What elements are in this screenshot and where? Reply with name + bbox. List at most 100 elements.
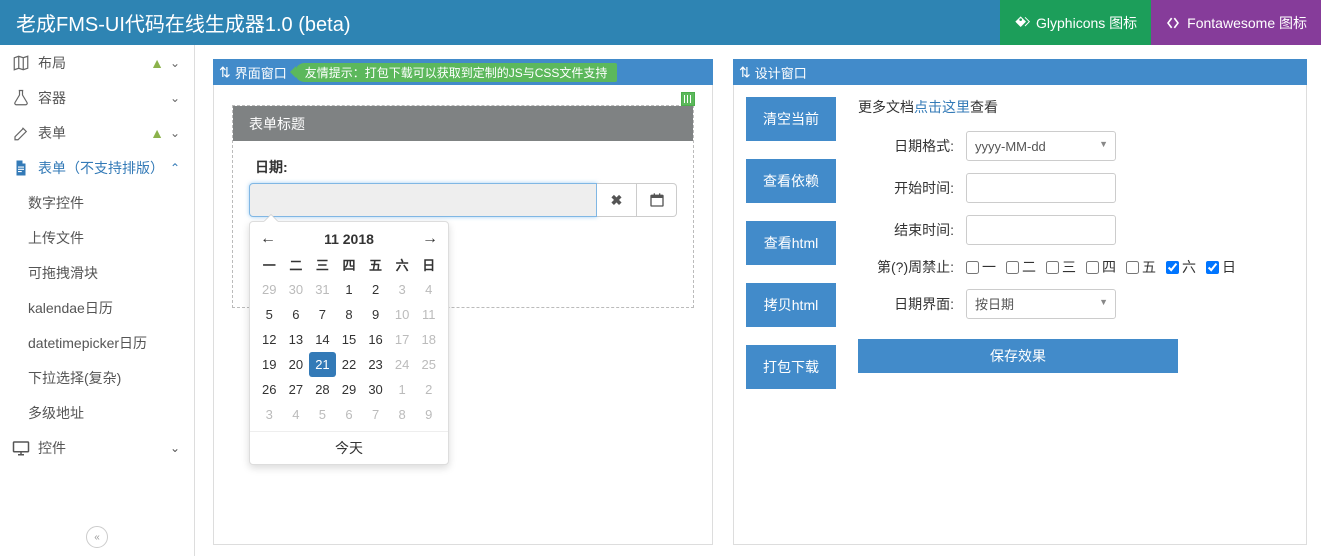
drag-handle-icon[interactable]: ⇅ — [219, 64, 227, 81]
chevron-down-icon: ⌄ — [170, 91, 180, 105]
calendar-day[interactable]: 15 — [336, 327, 363, 352]
calendar-day[interactable]: 3 — [256, 402, 283, 427]
calendar-day[interactable]: 18 — [415, 327, 442, 352]
calendar-day[interactable]: 16 — [362, 327, 389, 352]
sidebar-subitem[interactable]: 多级地址 — [0, 395, 194, 430]
week-checkbox[interactable]: 日 — [1206, 257, 1236, 277]
calendar-day[interactable]: 7 — [362, 402, 389, 427]
calendar-month-title[interactable]: 11 2018 — [324, 231, 374, 247]
save-button[interactable]: 保存效果 — [858, 339, 1178, 373]
calendar-day[interactable]: 30 — [283, 277, 310, 302]
clear-button[interactable]: ✖ — [597, 183, 637, 217]
action-button[interactable]: 查看依赖 — [746, 159, 836, 203]
date-input[interactable] — [249, 183, 597, 217]
calendar-day[interactable]: 5 — [256, 302, 283, 327]
calendar-day[interactable]: 23 — [362, 352, 389, 377]
calendar-day[interactable]: 28 — [309, 377, 336, 402]
sidebar-subitem[interactable]: 上传文件 — [0, 220, 194, 255]
checkbox-input[interactable] — [966, 261, 979, 274]
calendar-dow: 日 — [415, 252, 442, 277]
calendar-day[interactable]: 27 — [283, 377, 310, 402]
docs-link[interactable]: 点击这里 — [914, 99, 970, 115]
calendar-day[interactable]: 1 — [336, 277, 363, 302]
end-time-input[interactable] — [966, 215, 1116, 245]
calendar-day[interactable]: 30 — [362, 377, 389, 402]
today-button[interactable]: 今天 — [250, 431, 448, 464]
calendar-day[interactable]: 29 — [336, 377, 363, 402]
calendar-day[interactable]: 2 — [415, 377, 442, 402]
sidebar-item[interactable]: 表单▲⌄ — [0, 115, 194, 150]
calendar-day[interactable]: 10 — [389, 302, 416, 327]
sidebar-collapse-button[interactable]: « — [86, 526, 108, 548]
chevron-up-icon: ⌃ — [170, 161, 180, 175]
fontawesome-button[interactable]: Fontawesome 图标 — [1151, 0, 1321, 45]
calendar-day[interactable]: 13 — [283, 327, 310, 352]
calendar-day[interactable]: 17 — [389, 327, 416, 352]
checkbox-input[interactable] — [1046, 261, 1059, 274]
calendar-day[interactable]: 1 — [389, 377, 416, 402]
monitor-icon — [12, 439, 32, 457]
week-checkbox[interactable]: 六 — [1166, 257, 1196, 277]
sidebar-subitem[interactable]: datetimepicker日历 — [0, 325, 194, 360]
calendar-day[interactable]: 20 — [283, 352, 310, 377]
calendar-day[interactable]: 9 — [362, 302, 389, 327]
calendar-day[interactable]: 12 — [256, 327, 283, 352]
calendar-day[interactable]: 8 — [389, 402, 416, 427]
action-button[interactable]: 查看html — [746, 221, 836, 265]
sidebar-item[interactable]: 容器⌄ — [0, 80, 194, 115]
calendar-day[interactable]: 11 — [415, 302, 442, 327]
checkbox-input[interactable] — [1126, 261, 1139, 274]
week-checkbox[interactable]: 四 — [1086, 257, 1116, 277]
calendar-day[interactable]: 8 — [336, 302, 363, 327]
prev-month-button[interactable]: ← — [260, 230, 276, 248]
calendar-day[interactable]: 31 — [309, 277, 336, 302]
design-window-header: ⇅ 设计窗口 — [733, 59, 1307, 85]
calendar-day[interactable]: 14 — [309, 327, 336, 352]
next-month-button[interactable]: → — [422, 230, 438, 248]
sidebar-subitem[interactable]: 可拖拽滑块 — [0, 255, 194, 290]
date-ui-select[interactable]: 按日期 — [966, 289, 1116, 319]
calendar-day[interactable]: 6 — [283, 302, 310, 327]
calendar-day[interactable]: 24 — [389, 352, 416, 377]
action-button[interactable]: 打包下载 — [746, 345, 836, 389]
calendar-day[interactable]: 2 — [362, 277, 389, 302]
checkbox-input[interactable] — [1206, 261, 1219, 274]
week-checkbox[interactable]: 一 — [966, 257, 996, 277]
calendar-icon — [649, 192, 665, 208]
week-checkbox[interactable]: 五 — [1126, 257, 1156, 277]
calendar-day[interactable]: 9 — [415, 402, 442, 427]
sidebar-subitem[interactable]: 下拉选择(复杂) — [0, 360, 194, 395]
calendar-day[interactable]: 7 — [309, 302, 336, 327]
sidebar-subitem[interactable]: kalendae日历 — [0, 290, 194, 325]
calendar-day[interactable]: 19 — [256, 352, 283, 377]
action-button[interactable]: 清空当前 — [746, 97, 836, 141]
calendar-day[interactable]: 21 — [309, 352, 336, 377]
start-time-label: 开始时间: — [858, 178, 954, 198]
sidebar-item-controls[interactable]: 控件 ⌄ — [0, 430, 194, 465]
drag-handle-icon[interactable]: ⇅ — [739, 64, 747, 81]
calendar-button[interactable] — [637, 183, 677, 217]
sidebar-item[interactable]: 布局▲⌄ — [0, 45, 194, 80]
calendar-day[interactable]: 5 — [309, 402, 336, 427]
calendar-day[interactable]: 3 — [389, 277, 416, 302]
action-button[interactable]: 拷贝html — [746, 283, 836, 327]
week-checkbox[interactable]: 二 — [1006, 257, 1036, 277]
calendar-day[interactable]: 4 — [415, 277, 442, 302]
calendar-day[interactable]: 25 — [415, 352, 442, 377]
sidebar-item[interactable]: 表单（不支持排版）⌃ — [0, 150, 194, 185]
week-checkbox[interactable]: 三 — [1046, 257, 1076, 277]
calendar-day[interactable]: 4 — [283, 402, 310, 427]
calendar-day[interactable]: 29 — [256, 277, 283, 302]
topbar: 老成FMS-UI代码在线生成器1.0 (beta) Glyphicons 图标 … — [0, 0, 1321, 45]
checkbox-input[interactable] — [1166, 261, 1179, 274]
calendar-day[interactable]: 6 — [336, 402, 363, 427]
checkbox-input[interactable] — [1086, 261, 1099, 274]
checkbox-input[interactable] — [1006, 261, 1019, 274]
date-format-select[interactable]: yyyy-MM-dd — [966, 131, 1116, 161]
calendar-day[interactable]: 26 — [256, 377, 283, 402]
resize-handle[interactable] — [681, 92, 695, 106]
sidebar-subitem[interactable]: 数字控件 — [0, 185, 194, 220]
calendar-day[interactable]: 22 — [336, 352, 363, 377]
glyphicons-button[interactable]: Glyphicons 图标 — [1000, 0, 1151, 45]
start-time-input[interactable] — [966, 173, 1116, 203]
